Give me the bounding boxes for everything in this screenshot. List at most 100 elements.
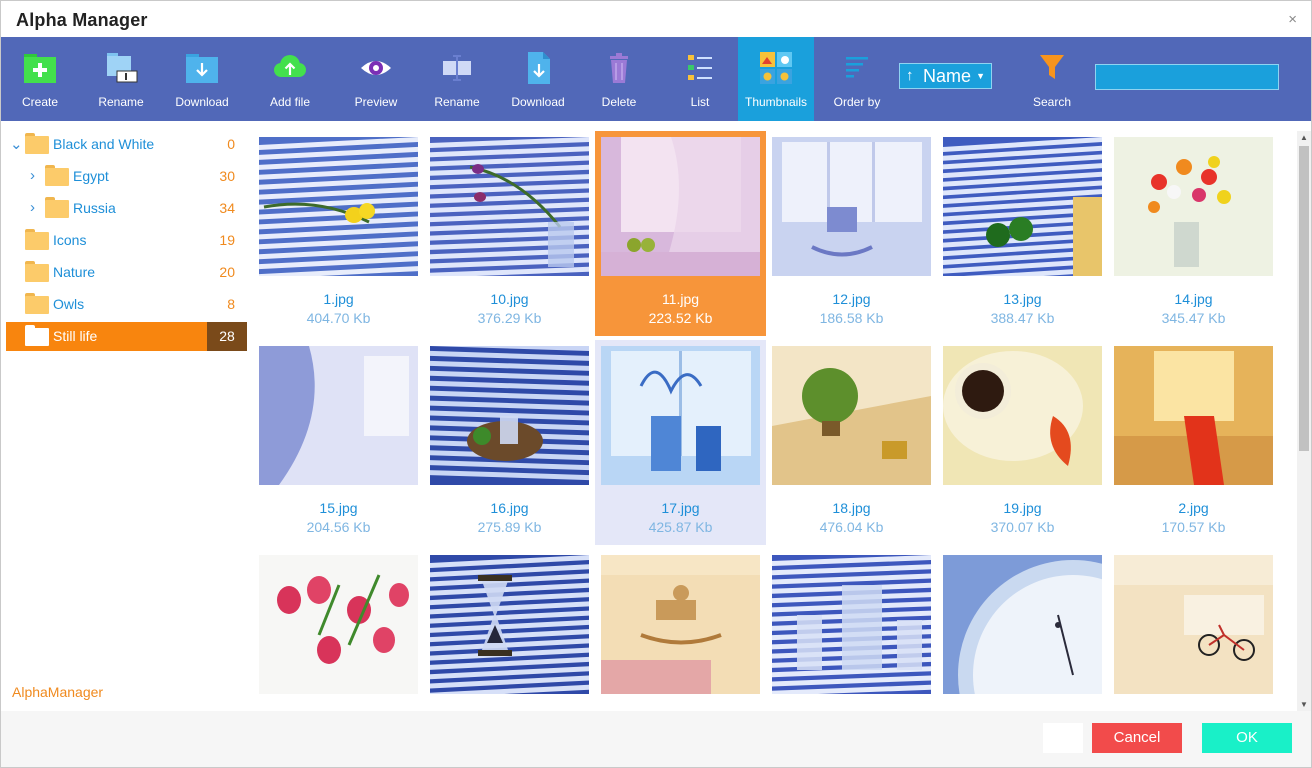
- download-file-icon: [528, 52, 550, 84]
- thumbnail-image: [943, 555, 1102, 694]
- thumbnail-tile[interactable]: 14.jpg 345.47 Kb: [1108, 131, 1279, 336]
- thumbnail-image: [430, 137, 589, 276]
- tree-item-label: Owls: [53, 296, 85, 312]
- title-bar: Alpha Manager ×: [1, 1, 1311, 37]
- list-icon: [688, 55, 712, 80]
- cancel-button[interactable]: Cancel: [1092, 723, 1182, 753]
- tree-item-label: Russia: [73, 200, 116, 216]
- file-name: 13.jpg: [1003, 291, 1042, 307]
- folder-icon: [25, 229, 49, 250]
- scroll-up-icon[interactable]: ▲: [1300, 133, 1308, 142]
- tree-item-label: Nature: [53, 264, 96, 280]
- list-view-button[interactable]: List: [665, 37, 735, 121]
- folder-icon: [25, 261, 49, 282]
- tree-item-icons[interactable]: Icons 19: [6, 226, 247, 255]
- tree-item-nature[interactable]: Nature 20: [6, 258, 247, 287]
- file-name: 19.jpg: [1003, 500, 1042, 516]
- thumbnail-tile[interactable]: [253, 549, 424, 711]
- folder-tree: ⌄ Black and White 0 › Egypt 30 › Russia …: [1, 121, 253, 711]
- tree-item-black-and-white[interactable]: ⌄ Black and White 0: [6, 130, 247, 159]
- thumbnail-image: [601, 555, 760, 694]
- chevron-right-icon[interactable]: ›: [30, 167, 35, 184]
- file-name: 11.jpg: [661, 291, 700, 307]
- thumbnail-tile[interactable]: 1.jpg 404.70 Kb: [253, 131, 424, 336]
- thumbnail-tile[interactable]: 12.jpg 186.58 Kb: [766, 131, 937, 336]
- file-size: 370.07 Kb: [990, 519, 1055, 535]
- tree-item-label: Still life: [53, 328, 98, 344]
- thumbnail-tile[interactable]: 15.jpg 204.56 Kb: [253, 340, 424, 545]
- file-name: 17.jpg: [661, 500, 700, 516]
- download-folder-button[interactable]: Download: [167, 37, 237, 121]
- thumbnail-tile[interactable]: [937, 549, 1108, 711]
- thumbnails-view-button[interactable]: Thumbnails: [738, 37, 814, 121]
- rename-folder-label: Rename: [98, 95, 144, 109]
- file-name: 1.jpg: [323, 291, 354, 307]
- scrollbar-thumb[interactable]: [1299, 146, 1309, 451]
- thumbnail-tile[interactable]: 19.jpg 370.07 Kb: [937, 340, 1108, 545]
- thumbnail-tile[interactable]: 10.jpg 376.29 Kb: [424, 131, 595, 336]
- thumbnail-image: [259, 555, 418, 694]
- scroll-down-icon[interactable]: ▼: [1300, 700, 1308, 709]
- add-file-button[interactable]: Add file: [255, 37, 325, 121]
- tree-item-count: 8: [227, 296, 235, 312]
- tree-item-count: 34: [219, 200, 235, 216]
- thumbnail-image: [943, 346, 1102, 485]
- rename-folder-button[interactable]: Rename: [85, 37, 157, 121]
- thumbnail-tile[interactable]: [424, 549, 595, 711]
- thumbnail-image: [259, 346, 418, 485]
- thumbnail-image: [430, 555, 589, 694]
- order-by-button[interactable]: Order by: [823, 37, 891, 121]
- thumbnail-image: [772, 346, 931, 485]
- thumbnail-tile[interactable]: [1108, 549, 1279, 711]
- thumbnail-image: [601, 137, 760, 276]
- thumbnail-image: [1114, 555, 1273, 694]
- folder-icon: [25, 293, 49, 314]
- thumbnail-image: [1114, 346, 1273, 485]
- tree-item-egypt[interactable]: › Egypt 30: [6, 162, 247, 191]
- thumbnail-tile[interactable]: 16.jpg 275.89 Kb: [424, 340, 595, 545]
- blank-button[interactable]: [1043, 723, 1083, 753]
- trash-icon: [610, 53, 628, 83]
- delete-button[interactable]: Delete: [585, 37, 653, 121]
- ok-button[interactable]: OK: [1202, 723, 1292, 753]
- tree-item-count: 28: [207, 322, 247, 351]
- search-input[interactable]: [1095, 64, 1279, 90]
- tree-item-still-life[interactable]: Still life 28: [6, 322, 247, 351]
- tree-item-count: 30: [219, 168, 235, 184]
- file-size: 376.29 Kb: [477, 310, 542, 326]
- thumbnail-tile[interactable]: 11.jpg 223.52 Kb: [595, 131, 766, 336]
- thumbnail-image: [601, 346, 760, 485]
- rename-file-icon: [443, 55, 471, 81]
- thumbnail-tile[interactable]: 13.jpg 388.47 Kb: [937, 131, 1108, 336]
- brand-link[interactable]: AlphaManager: [12, 684, 103, 700]
- file-size: 275.89 Kb: [477, 519, 542, 535]
- thumbnail-tile[interactable]: 2.jpg 170.57 Kb: [1108, 340, 1279, 545]
- folder-icon: [25, 325, 49, 346]
- thumbnail-tile[interactable]: 18.jpg 476.04 Kb: [766, 340, 937, 545]
- preview-button[interactable]: Preview: [341, 37, 411, 121]
- file-name: 14.jpg: [1174, 291, 1213, 307]
- filter-funnel-icon: [1040, 55, 1064, 79]
- thumbnail-tile[interactable]: 17.jpg 425.87 Kb: [595, 340, 766, 545]
- order-lines-icon: [846, 57, 868, 78]
- search-label: Search: [1032, 95, 1072, 109]
- order-by-select[interactable]: ↑ Name ▼: [899, 63, 992, 89]
- file-size: 186.58 Kb: [819, 310, 884, 326]
- grid-scrollbar[interactable]: ▲ ▼: [1297, 131, 1311, 711]
- chevron-right-icon[interactable]: ›: [30, 199, 35, 216]
- thumbnail-image: [772, 137, 931, 276]
- alpha-manager-window: Alpha Manager × Create Rename Download A…: [0, 0, 1312, 768]
- rename-file-button[interactable]: Rename: [421, 37, 493, 121]
- sort-ascending-icon: ↑: [906, 67, 914, 84]
- tree-item-count: 0: [227, 136, 235, 152]
- tree-item-owls[interactable]: Owls 8: [6, 290, 247, 319]
- close-icon[interactable]: ×: [1288, 11, 1297, 28]
- thumbnail-tile[interactable]: [766, 549, 937, 711]
- create-folder-icon: [24, 54, 56, 83]
- create-button[interactable]: Create: [5, 37, 75, 121]
- download-file-button[interactable]: Download: [503, 37, 573, 121]
- search-button[interactable]: Search: [1019, 37, 1085, 121]
- chevron-down-icon[interactable]: ⌄: [10, 135, 23, 153]
- tree-item-russia[interactable]: › Russia 34: [6, 194, 247, 223]
- thumbnail-tile[interactable]: [595, 549, 766, 711]
